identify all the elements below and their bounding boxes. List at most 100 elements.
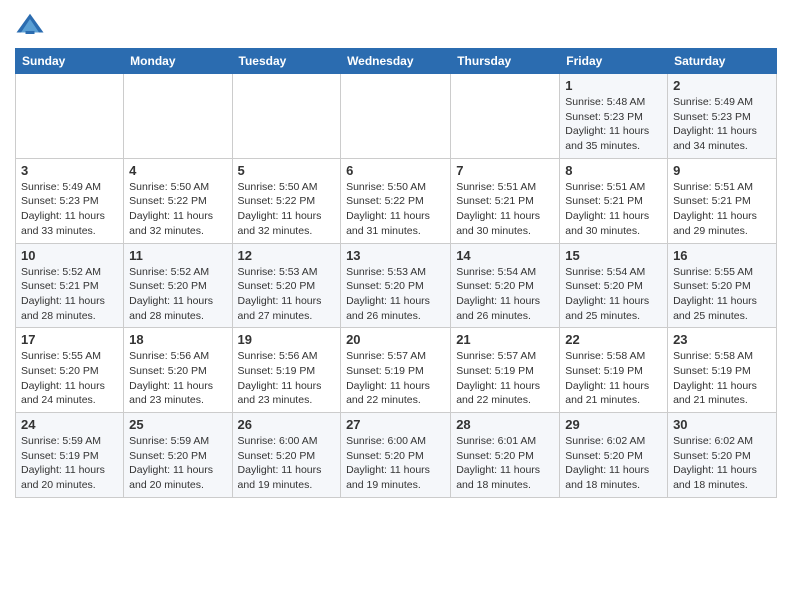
- calendar-cell: 5Sunrise: 5:50 AMSunset: 5:22 PMDaylight…: [232, 158, 341, 243]
- calendar-cell: 1 Sunrise: 5:48 AMSunset: 5:23 PMDaylight…: [560, 74, 668, 159]
- day-info: Sunrise: 5:52 AMSunset: 5:21 PMDaylight:…: [21, 265, 118, 324]
- day-info: Sunrise: 5:55 AMSunset: 5:20 PMDaylight:…: [673, 265, 771, 324]
- calendar-cell: 4 Sunrise: 5:50 AMSunset: 5:22 PMDaylight…: [124, 158, 232, 243]
- day-number: 13: [346, 248, 445, 263]
- calendar-table: SundayMondayTuesdayWednesdayThursdayFrid…: [15, 48, 777, 498]
- day-number: 2: [673, 78, 771, 93]
- calendar-cell: [232, 74, 341, 159]
- weekday-thursday: Thursday: [451, 49, 560, 74]
- day-info: Sunrise: 5:51 AMSunset: 5:21 PMDaylight:…: [565, 180, 662, 239]
- day-info: Sunrise: 5:59 AMSunset: 5:19 PMDaylight:…: [21, 434, 118, 493]
- calendar-cell: 11 Sunrise: 5:52 AMSunset: 5:20 PMDayligh…: [124, 243, 232, 328]
- day-info: Sunrise: 5:52 AMSunset: 5:20 PMDaylight:…: [129, 265, 226, 324]
- calendar-cell: 17 Sunrise: 5:55 AMSunset: 5:20 PMDayligh…: [16, 328, 124, 413]
- day-number: 9: [673, 163, 771, 178]
- day-number: 5: [238, 163, 336, 178]
- day-number: 4: [129, 163, 226, 178]
- day-info: Sunrise: 5:54 AMSunset: 5:20 PMDaylight:…: [456, 265, 554, 324]
- calendar-cell: 8 Sunrise: 5:51 AMSunset: 5:21 PMDaylight…: [560, 158, 668, 243]
- day-info: Sunrise: 5:51 AMSunset: 5:21 PMDaylight:…: [456, 180, 554, 239]
- calendar-cell: 9Sunrise: 5:51 AMSunset: 5:21 PMDaylight…: [668, 158, 777, 243]
- day-number: 19: [238, 332, 336, 347]
- day-info: Sunrise: 5:55 AMSunset: 5:20 PMDaylight:…: [21, 349, 118, 408]
- day-number: 17: [21, 332, 118, 347]
- day-info: Sunrise: 6:02 AMSunset: 5:20 PMDaylight:…: [565, 434, 662, 493]
- day-info: Sunrise: 5:58 AMSunset: 5:19 PMDaylight:…: [565, 349, 662, 408]
- day-number: 15: [565, 248, 662, 263]
- weekday-header-row: SundayMondayTuesdayWednesdayThursdayFrid…: [16, 49, 777, 74]
- calendar-cell: 15 Sunrise: 5:54 AMSunset: 5:20 PMDayligh…: [560, 243, 668, 328]
- day-number: 23: [673, 332, 771, 347]
- day-info: Sunrise: 5:50 AMSunset: 5:22 PMDaylight:…: [346, 180, 445, 239]
- day-info: Sunrise: 5:49 AMSunset: 5:23 PMDaylight:…: [21, 180, 118, 239]
- day-number: 30: [673, 417, 771, 432]
- day-number: 6: [346, 163, 445, 178]
- day-info: Sunrise: 5:56 AMSunset: 5:19 PMDaylight:…: [238, 349, 336, 408]
- day-number: 29: [565, 417, 662, 432]
- calendar-cell: 25 Sunrise: 5:59 AMSunset: 5:20 PMDayligh…: [124, 413, 232, 498]
- day-number: 7: [456, 163, 554, 178]
- calendar-cell: 14Sunrise: 5:54 AMSunset: 5:20 PMDayligh…: [451, 243, 560, 328]
- day-number: 22: [565, 332, 662, 347]
- day-info: Sunrise: 5:53 AMSunset: 5:20 PMDaylight:…: [346, 265, 445, 324]
- day-number: 26: [238, 417, 336, 432]
- calendar-cell: [124, 74, 232, 159]
- calendar-cell: 3 Sunrise: 5:49 AMSunset: 5:23 PMDaylight…: [16, 158, 124, 243]
- day-info: Sunrise: 5:59 AMSunset: 5:20 PMDaylight:…: [129, 434, 226, 493]
- day-number: 27: [346, 417, 445, 432]
- day-info: Sunrise: 5:53 AMSunset: 5:20 PMDaylight:…: [238, 265, 336, 324]
- day-info: Sunrise: 5:57 AMSunset: 5:19 PMDaylight:…: [346, 349, 445, 408]
- weekday-friday: Friday: [560, 49, 668, 74]
- calendar-cell: 30Sunrise: 6:02 AMSunset: 5:20 PMDayligh…: [668, 413, 777, 498]
- logo-icon: [15, 10, 45, 40]
- calendar-cell: 26 Sunrise: 6:00 AMSunset: 5:20 PMDayligh…: [232, 413, 341, 498]
- calendar-cell: 23Sunrise: 5:58 AMSunset: 5:19 PMDayligh…: [668, 328, 777, 413]
- calendar-cell: 27 Sunrise: 6:00 AMSunset: 5:20 PMDayligh…: [341, 413, 451, 498]
- day-number: 8: [565, 163, 662, 178]
- calendar-cell: 19 Sunrise: 5:56 AMSunset: 5:19 PMDayligh…: [232, 328, 341, 413]
- day-number: 16: [673, 248, 771, 263]
- calendar-week-4: 17 Sunrise: 5:55 AMSunset: 5:20 PMDayligh…: [16, 328, 777, 413]
- day-number: 20: [346, 332, 445, 347]
- day-info: Sunrise: 5:49 AMSunset: 5:23 PMDaylight:…: [673, 95, 771, 154]
- calendar-cell: 20 Sunrise: 5:57 AMSunset: 5:19 PMDayligh…: [341, 328, 451, 413]
- day-info: Sunrise: 6:01 AMSunset: 5:20 PMDaylight:…: [456, 434, 554, 493]
- day-number: 11: [129, 248, 226, 263]
- weekday-tuesday: Tuesday: [232, 49, 341, 74]
- calendar-cell: 16 Sunrise: 5:55 AMSunset: 5:20 PMDayligh…: [668, 243, 777, 328]
- day-number: 1: [565, 78, 662, 93]
- day-info: Sunrise: 6:00 AMSunset: 5:20 PMDaylight:…: [346, 434, 445, 493]
- day-number: 28: [456, 417, 554, 432]
- calendar-cell: 2 Sunrise: 5:49 AMSunset: 5:23 PMDaylight…: [668, 74, 777, 159]
- calendar-cell: 10 Sunrise: 5:52 AMSunset: 5:21 PMDayligh…: [16, 243, 124, 328]
- day-info: Sunrise: 5:56 AMSunset: 5:20 PMDaylight:…: [129, 349, 226, 408]
- page: SundayMondayTuesdayWednesdayThursdayFrid…: [0, 0, 792, 513]
- calendar-cell: [451, 74, 560, 159]
- weekday-saturday: Saturday: [668, 49, 777, 74]
- weekday-wednesday: Wednesday: [341, 49, 451, 74]
- day-info: Sunrise: 6:00 AMSunset: 5:20 PMDaylight:…: [238, 434, 336, 493]
- day-number: 21: [456, 332, 554, 347]
- weekday-sunday: Sunday: [16, 49, 124, 74]
- day-number: 10: [21, 248, 118, 263]
- calendar-cell: 29 Sunrise: 6:02 AMSunset: 5:20 PMDayligh…: [560, 413, 668, 498]
- calendar-cell: [341, 74, 451, 159]
- day-number: 24: [21, 417, 118, 432]
- calendar-cell: [16, 74, 124, 159]
- day-number: 3: [21, 163, 118, 178]
- calendar-week-5: 24 Sunrise: 5:59 AMSunset: 5:19 PMDayligh…: [16, 413, 777, 498]
- header: [15, 10, 777, 40]
- calendar-week-2: 3 Sunrise: 5:49 AMSunset: 5:23 PMDaylight…: [16, 158, 777, 243]
- day-info: Sunrise: 5:54 AMSunset: 5:20 PMDaylight:…: [565, 265, 662, 324]
- weekday-monday: Monday: [124, 49, 232, 74]
- day-info: Sunrise: 5:50 AMSunset: 5:22 PMDaylight:…: [129, 180, 226, 239]
- day-number: 25: [129, 417, 226, 432]
- day-info: Sunrise: 5:57 AMSunset: 5:19 PMDaylight:…: [456, 349, 554, 408]
- calendar-cell: 13 Sunrise: 5:53 AMSunset: 5:20 PMDayligh…: [341, 243, 451, 328]
- day-info: Sunrise: 5:48 AMSunset: 5:23 PMDaylight:…: [565, 95, 662, 154]
- day-number: 18: [129, 332, 226, 347]
- calendar-cell: 24 Sunrise: 5:59 AMSunset: 5:19 PMDayligh…: [16, 413, 124, 498]
- calendar-cell: 7 Sunrise: 5:51 AMSunset: 5:21 PMDaylight…: [451, 158, 560, 243]
- calendar-week-1: 1 Sunrise: 5:48 AMSunset: 5:23 PMDaylight…: [16, 74, 777, 159]
- calendar-cell: 22 Sunrise: 5:58 AMSunset: 5:19 PMDayligh…: [560, 328, 668, 413]
